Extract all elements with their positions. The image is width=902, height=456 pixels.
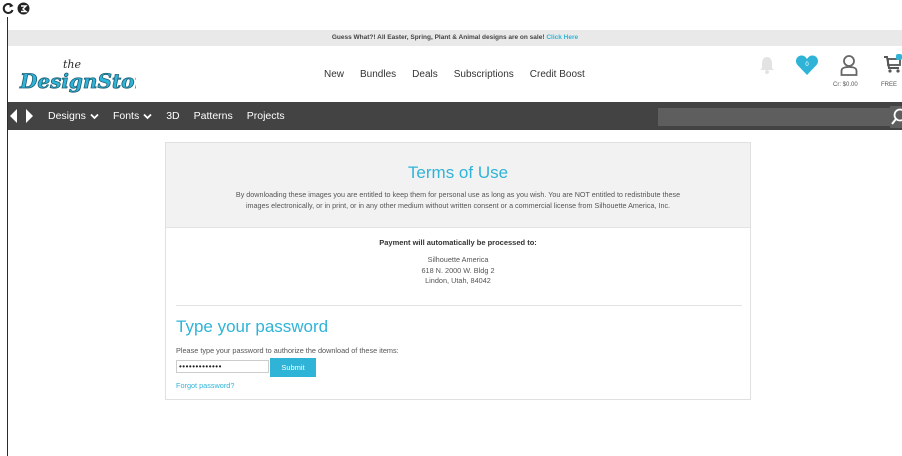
search-icon <box>891 108 902 125</box>
notification-bell-icon[interactable] <box>758 55 776 75</box>
nav-credit-boost[interactable]: Credit Boost <box>530 69 585 80</box>
password-description: Please type your password to authorize t… <box>176 346 399 355</box>
submit-button[interactable]: Submit <box>270 358 316 377</box>
system-toolbar <box>0 0 902 17</box>
menu-projects[interactable]: Projects <box>247 110 285 122</box>
checkout-card: Terms of Use By downloading these images… <box>165 142 751 400</box>
arrow-right-icon[interactable] <box>26 109 33 123</box>
payee-street: 618 N. 2000 W. Bldg 2 <box>421 265 495 275</box>
menu-fonts[interactable]: Fonts <box>113 110 152 122</box>
section-divider <box>176 305 742 306</box>
terms-section: Terms of Use By downloading these images… <box>166 143 750 228</box>
password-title: Type your password <box>176 317 329 336</box>
category-menu: Designs Fonts 3D Patterns Projects <box>48 102 285 130</box>
menu-designs[interactable]: Designs <box>48 110 99 122</box>
payee-name: Silhouette America <box>427 255 489 264</box>
account-icon[interactable] <box>840 54 858 76</box>
cart-label: FREE <box>881 82 898 88</box>
terms-body-line: images electronically, or in print, or i… <box>245 200 671 210</box>
arrow-left-icon[interactable] <box>10 109 17 123</box>
payment-address: Silhouette America 618 N. 2000 W. Bldg 2… <box>166 255 750 287</box>
menu-designs-label: Designs <box>48 110 86 122</box>
cart-icon[interactable] <box>883 54 902 74</box>
promo-text: Guess What?! All Easter, Spring, Plant &… <box>331 34 545 41</box>
nav-subscriptions[interactable]: Subscriptions <box>454 69 514 80</box>
nav-bundles[interactable]: Bundles <box>360 69 396 80</box>
svg-text:DesignStore: DesignStore <box>19 69 136 93</box>
menu-3d[interactable]: 3D <box>166 110 179 122</box>
forgot-password-link[interactable]: Forgot password? <box>176 381 234 390</box>
password-field[interactable] <box>176 360 269 373</box>
promo-banner: Guess What?! All Easter, Spring, Plant &… <box>8 30 902 46</box>
search-input[interactable] <box>658 108 890 126</box>
favorites-heart-icon[interactable]: 0 <box>795 54 819 76</box>
payee-city: Lindon, Utah, 84042 <box>425 276 491 285</box>
credit-balance[interactable]: Cr: $0.00 <box>833 82 858 88</box>
extension-icon[interactable] <box>17 2 30 15</box>
chevron-down-icon <box>90 113 99 119</box>
main-nav: New Bundles Deals Subscriptions Credit B… <box>324 46 585 102</box>
menu-patterns[interactable]: Patterns <box>194 110 233 122</box>
carousel-arrows <box>8 102 40 130</box>
category-navbar: Designs Fonts 3D Patterns Projects <box>8 102 902 130</box>
menu-fonts-label: Fonts <box>112 110 140 122</box>
promo-link[interactable]: Click Here <box>546 34 578 41</box>
design-store-logo[interactable]: the DesignStore <box>18 52 136 100</box>
browser-window: Guess What?! All Easter, Spring, Plant &… <box>0 0 902 456</box>
payment-heading: Payment will automatically be processed … <box>379 238 537 247</box>
chevron-down-icon <box>143 113 152 119</box>
terms-body: By downloading these images you are enti… <box>170 190 746 211</box>
terms-title: Terms of Use <box>407 163 509 182</box>
site-header: the DesignStore New Bundles Deals Subscr… <box>8 46 902 102</box>
nav-new[interactable]: New <box>324 69 344 80</box>
terms-body-line: By downloading these images you are enti… <box>235 190 681 199</box>
search-button[interactable] <box>890 106 902 128</box>
nav-deals[interactable]: Deals <box>412 69 438 80</box>
refresh-icon[interactable] <box>2 2 15 15</box>
